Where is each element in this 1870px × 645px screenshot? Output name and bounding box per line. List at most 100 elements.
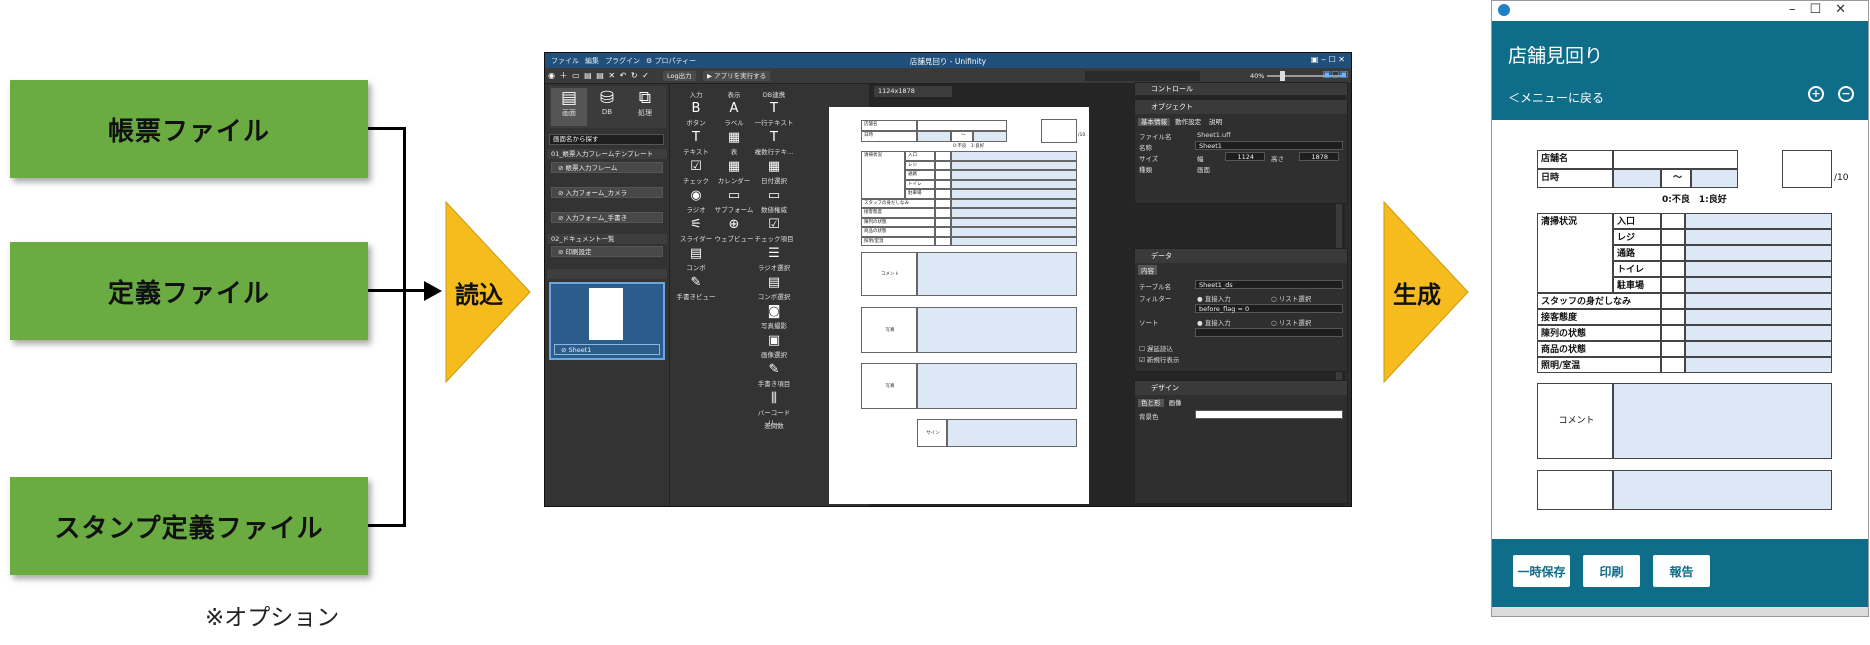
zoom-in-icon[interactable]: + — [1808, 86, 1824, 102]
mobile-note-cell[interactable] — [1685, 213, 1832, 229]
tool-item[interactable]: ◙ 写真撮影 — [752, 304, 796, 330]
print-button[interactable]: 印刷 — [1583, 555, 1640, 587]
log-output-button[interactable]: Log出力 — [663, 71, 696, 81]
height-input[interactable]: 1878 — [1299, 152, 1339, 161]
layout-toggle-icons[interactable]: ▣▢▣ — [1322, 70, 1348, 80]
mobile-note-cell[interactable] — [1685, 245, 1832, 261]
object-tab-basic[interactable]: 基本情報 — [1138, 118, 1170, 126]
mobile-check-cell[interactable] — [1661, 357, 1685, 373]
tool-item[interactable]: ▭ サブフォーム — [712, 188, 756, 214]
mobile-note-cell[interactable] — [1685, 341, 1832, 357]
filter-direct-radio[interactable]: ● 直接入力 — [1197, 293, 1231, 303]
mobile-date-start[interactable] — [1613, 169, 1661, 188]
mobile-check-cell[interactable] — [1661, 309, 1685, 325]
temp-save-button[interactable]: 一時保存 — [1513, 555, 1570, 587]
tab-process[interactable]: ⧉ 処理 — [627, 88, 663, 126]
sort-list-radio[interactable]: ○ リスト選択 — [1271, 317, 1311, 327]
group-header-documents[interactable]: 02_ドキュメント一覧 — [547, 234, 667, 244]
tool-item[interactable]: ▦ 表 — [712, 130, 756, 156]
mobile-comment-field[interactable] — [1613, 383, 1832, 459]
run-app-button[interactable]: ▶ アプリを実行する — [703, 71, 771, 81]
width-input[interactable]: 1124 — [1225, 152, 1265, 161]
tool-item[interactable]: ☰ ラジオ選択 — [752, 246, 796, 272]
mobile-note-cell[interactable] — [1685, 357, 1832, 373]
tool-item[interactable]: ▣ 画像選択 — [752, 333, 796, 359]
toolbar-icons[interactable]: ◉ ＋ ▭ ▤ ▤ ✕ ↶ ↻ ✓ — [548, 70, 650, 81]
tool-item[interactable]: ▤ コンボ — [674, 246, 718, 272]
mobile-note-cell[interactable] — [1685, 309, 1832, 325]
data-tab-content[interactable]: 内容 — [1138, 265, 1157, 275]
screen-item-handwriting-form[interactable]: ⊘ 入力フォーム_手書き — [551, 212, 663, 223]
sort-direct-radio[interactable]: ● 直接入力 — [1197, 317, 1231, 327]
device-select[interactable] — [1085, 71, 1200, 81]
mobile-note-cell[interactable] — [1685, 293, 1832, 309]
tab-db[interactable]: ⛁ DB — [589, 88, 625, 126]
tool-item[interactable]: T 一行テキスト — [752, 101, 796, 127]
mobile-legend: 0:不良 1:良好 — [1662, 195, 1727, 205]
mobile-note-cell[interactable] — [1685, 325, 1832, 341]
tool-item[interactable]: ▦ 日付選択 — [752, 159, 796, 185]
mobile-note-cell[interactable] — [1685, 277, 1832, 293]
tool-item[interactable]: A ラベル — [712, 101, 756, 127]
delay-load-checkbox[interactable]: ☐ 遅延読込 — [1139, 343, 1173, 353]
design-tab-color[interactable]: 色と形 — [1138, 399, 1164, 407]
tool-item[interactable]: T 複数行テキ... — [752, 130, 796, 156]
tool-item[interactable]: ✎ 手書きビュー — [674, 275, 718, 301]
tool-label: コンボ — [686, 264, 706, 272]
mobile-check-cell[interactable] — [1661, 261, 1685, 277]
tool-icon: ✎ — [768, 362, 780, 377]
screen-item-print-settings[interactable]: ⊘ 印刷設定 — [551, 246, 663, 257]
tool-item[interactable]: ✎ 手書き項目 — [752, 362, 796, 388]
table-name-select[interactable]: Sheet1_ds — [1195, 280, 1343, 289]
mobile-score-box[interactable] — [1782, 150, 1832, 188]
tool-item[interactable]: ▤ コンボ選択 — [752, 275, 796, 301]
generate-label: 生成 — [1393, 281, 1441, 309]
tool-item[interactable]: ▭ 数値権威 — [752, 188, 796, 214]
design-tab-image[interactable]: 画像 — [1166, 399, 1185, 407]
mobile-check-cell[interactable] — [1661, 229, 1685, 245]
object-name-input[interactable]: Sheet1 — [1195, 141, 1343, 150]
mobile-note-cell[interactable] — [1685, 261, 1832, 277]
tool-item[interactable]: ▦ カレンダー — [712, 159, 756, 185]
mobile-check-cell[interactable] — [1661, 293, 1685, 309]
group-header-blank[interactable] — [547, 269, 667, 279]
group-header-templates[interactable]: 01_帳票入力フレームテンプレート — [547, 149, 667, 159]
new-row-checkbox[interactable]: ☑ 新規行表示 — [1139, 354, 1179, 364]
sheet-thumbnail[interactable]: ⊘ Sheet1 — [549, 282, 665, 360]
back-to-menu-link[interactable]: ＜メニューに戻る — [1508, 89, 1604, 106]
sheet-item[interactable]: ⊘ Sheet1 — [554, 344, 660, 355]
screen-item-form-frame[interactable]: ⊘ 帳票入力フレーム — [551, 162, 663, 173]
mobile-check-cell[interactable] — [1661, 213, 1685, 229]
object-tab-description[interactable]: 説明 — [1206, 118, 1225, 126]
filter-list-radio[interactable]: ○ リスト選択 — [1271, 293, 1311, 303]
mobile-window-controls-icon[interactable]: –☐✕ — [1789, 2, 1860, 17]
tab-screen[interactable]: ▤ 画面 — [551, 88, 587, 126]
tool-item[interactable]: 差問数 — [752, 420, 796, 430]
tool-item[interactable]: ⊕ ウェブビュー — [712, 217, 756, 243]
control-panel[interactable]: コントロール — [1134, 82, 1348, 95]
sort-input[interactable] — [1195, 328, 1343, 337]
mobile-check-cell[interactable] — [1661, 245, 1685, 261]
window-controls-icon[interactable]: ▣ ‒ ☐ ✕ — [1311, 55, 1345, 64]
filter-input[interactable]: before_flag = 0 — [1195, 304, 1343, 313]
canvas-tab[interactable]: 1124x1878 — [874, 86, 952, 97]
report-button[interactable]: 報告 — [1653, 555, 1710, 587]
mobile-note-cell[interactable] — [1685, 229, 1832, 245]
mobile-store-field[interactable] — [1613, 150, 1738, 169]
mobile-date-end[interactable] — [1691, 169, 1738, 188]
screen-search-input[interactable]: 画面名から探す — [549, 134, 664, 145]
filter-list-label: リスト選択 — [1278, 295, 1312, 303]
paper-sign-label: サイン — [917, 419, 947, 447]
mobile-next-field[interactable] — [1613, 470, 1832, 510]
mobile-check-cell[interactable] — [1661, 277, 1685, 293]
mobile-check-cell[interactable] — [1661, 341, 1685, 357]
mobile-check-cell[interactable] — [1661, 325, 1685, 341]
bg-color-select[interactable] — [1195, 410, 1343, 419]
object-tabs[interactable]: 基本情報 動作設定 説明 — [1138, 116, 1225, 126]
object-tab-behavior[interactable]: 動作設定 — [1172, 118, 1204, 126]
screen-item-camera-form[interactable]: ⊘ 入力フォーム_カメラ — [551, 187, 663, 198]
zoom-slider-handle[interactable] — [1280, 71, 1285, 81]
zoom-out-icon[interactable]: − — [1838, 86, 1854, 102]
tool-item[interactable]: ☑ チェック項目 — [752, 217, 796, 243]
design-tabs[interactable]: 色と形 画像 — [1138, 397, 1185, 407]
